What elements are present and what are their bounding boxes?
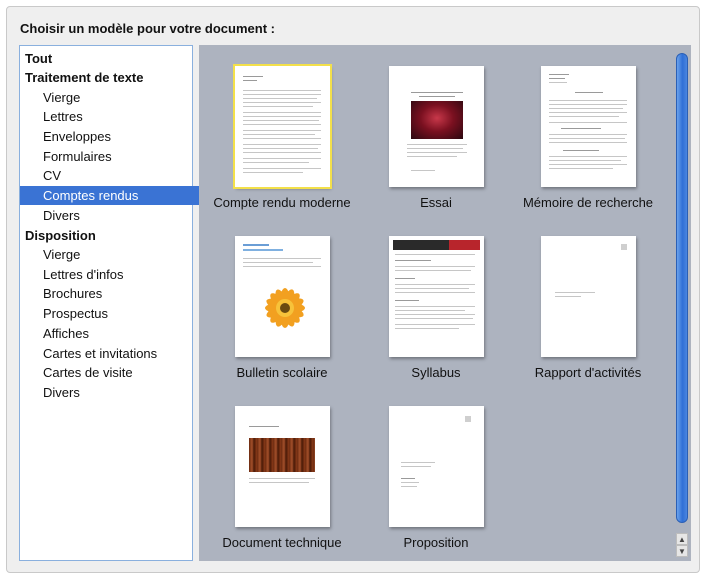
template-thumbnail[interactable] [235, 236, 330, 357]
template-gallery: Compte rendu moderne Essai Mémoire de re… [199, 45, 691, 561]
template-thumbnail[interactable] [541, 66, 636, 187]
subcategory-item[interactable]: Formulaires [20, 147, 215, 166]
subcategory-item[interactable]: Enveloppes [20, 127, 215, 146]
subcategory-item[interactable]: Lettres [20, 107, 215, 126]
subcategory-item[interactable]: Vierge [20, 88, 215, 107]
template-label: Bulletin scolaire [236, 365, 328, 380]
template-thumbnail[interactable] [233, 64, 332, 189]
subcategory-item[interactable]: Divers [20, 206, 215, 225]
subcategory-item[interactable]: Vierge [20, 245, 215, 264]
subcategory-item[interactable]: Prospectus [20, 304, 215, 323]
subcategory-item[interactable]: Affiches [20, 324, 215, 343]
subcategory-item[interactable]: CV [20, 166, 215, 185]
scroll-up-icon[interactable]: ▲ [676, 533, 688, 545]
template-thumbnail[interactable] [389, 406, 484, 527]
category-item[interactable]: Traitement de texte [20, 68, 197, 87]
template-label: Syllabus [411, 365, 461, 380]
subcategory-item[interactable]: Cartes de visite [20, 363, 215, 382]
template-category-list[interactable]: Tout Traitement de texte Vierge Lettres … [19, 45, 215, 561]
subcategory-item[interactable]: Divers [20, 383, 215, 402]
gallery-scrollbar[interactable]: ▲ ▼ [675, 50, 689, 560]
template-thumbnail[interactable] [389, 66, 484, 187]
template-label: Proposition [403, 535, 469, 550]
category-item[interactable]: Tout [20, 49, 197, 68]
subcategory-item[interactable]: Lettres d'infos [20, 265, 215, 284]
template-label: Essai [420, 195, 452, 210]
template-thumbnail[interactable] [235, 406, 330, 527]
template-thumbnail[interactable] [541, 236, 636, 357]
template-label: Rapport d'activités [534, 365, 642, 380]
flower-image [265, 288, 305, 328]
template-label: Document technique [222, 535, 342, 550]
scroll-down-icon[interactable]: ▼ [676, 545, 688, 557]
template-thumbnail[interactable] [389, 236, 484, 357]
subcategory-item[interactable]: Brochures [20, 284, 215, 303]
template-label: Compte rendu moderne [213, 195, 351, 210]
template-label: Mémoire de recherche [522, 195, 654, 210]
subcategory-item[interactable]: Cartes et invitations [20, 344, 215, 363]
scrollbar-thumb[interactable] [676, 53, 688, 523]
dialog-prompt: Choisir un modèle pour votre document : [20, 21, 275, 36]
category-item[interactable]: Disposition [20, 226, 197, 245]
subcategory-item-selected[interactable]: Comptes rendus [20, 186, 215, 205]
